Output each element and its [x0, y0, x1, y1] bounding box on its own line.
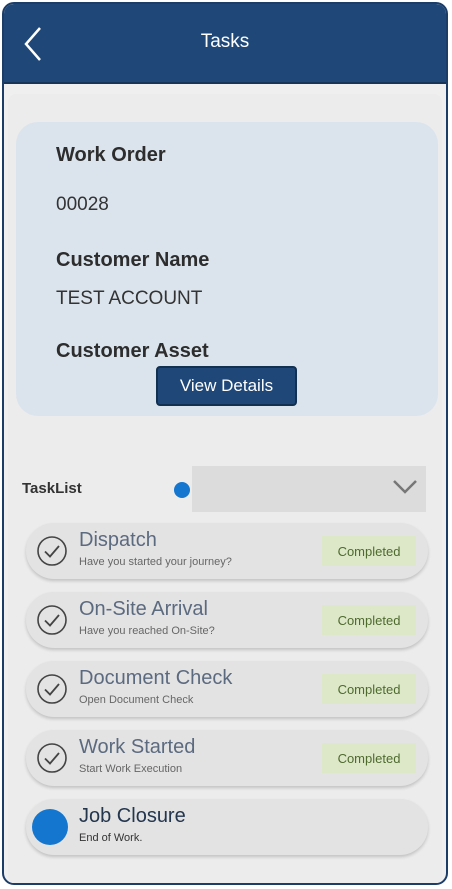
page-title: Tasks: [200, 31, 250, 52]
view-details-button[interactable]: View Details: [156, 366, 297, 406]
task-subtitle: Have you reached On-Site?: [79, 625, 215, 637]
tasklist-dropdown[interactable]: [192, 466, 426, 512]
task-title: Dispatch: [79, 529, 157, 551]
task-subtitle: Open Document Check: [79, 694, 194, 706]
customer-name-value: TEST ACCOUNT: [56, 288, 203, 309]
chevron-down-icon: [393, 480, 417, 494]
task-title: Document Check: [79, 667, 233, 689]
task-title: Work Started: [79, 736, 196, 758]
task-subtitle: End of Work.: [79, 832, 143, 844]
tasklist-label: TaskList: [22, 480, 82, 497]
task-title: Job Closure: [79, 805, 186, 827]
app-frame: Tasks Work Order 00028 Customer Name TES…: [2, 2, 448, 885]
pending-circle-icon: [32, 809, 68, 845]
task-item-on-site-arrival[interactable]: On-Site Arrival Have you reached On-Site…: [26, 592, 428, 648]
status-badge: Completed: [322, 536, 416, 566]
check-circle-icon: [37, 674, 67, 704]
customer-name-label: Customer Name: [56, 249, 210, 271]
check-circle-icon: [37, 536, 67, 566]
task-subtitle: Have you started your journey?: [79, 556, 232, 568]
task-item-job-closure[interactable]: Job Closure End of Work.: [26, 799, 428, 855]
check-circle-icon: [37, 743, 67, 773]
customer-asset-label: Customer Asset: [56, 340, 209, 362]
status-dot-icon: [174, 482, 190, 498]
status-badge: Completed: [322, 674, 416, 704]
task-item-work-started[interactable]: Work Started Start Work Execution Comple…: [26, 730, 428, 786]
work-order-number: 00028: [56, 194, 109, 215]
work-order-label: Work Order: [56, 144, 166, 166]
task-title: On-Site Arrival: [79, 598, 208, 620]
task-item-document-check[interactable]: Document Check Open Document Check Compl…: [26, 661, 428, 717]
status-badge: Completed: [322, 743, 416, 773]
task-subtitle: Start Work Execution: [79, 763, 183, 775]
status-badge: Completed: [322, 605, 416, 635]
header-bar: Tasks: [4, 4, 446, 84]
check-circle-icon: [37, 605, 67, 635]
task-item-dispatch[interactable]: Dispatch Have you started your journey? …: [26, 523, 428, 579]
